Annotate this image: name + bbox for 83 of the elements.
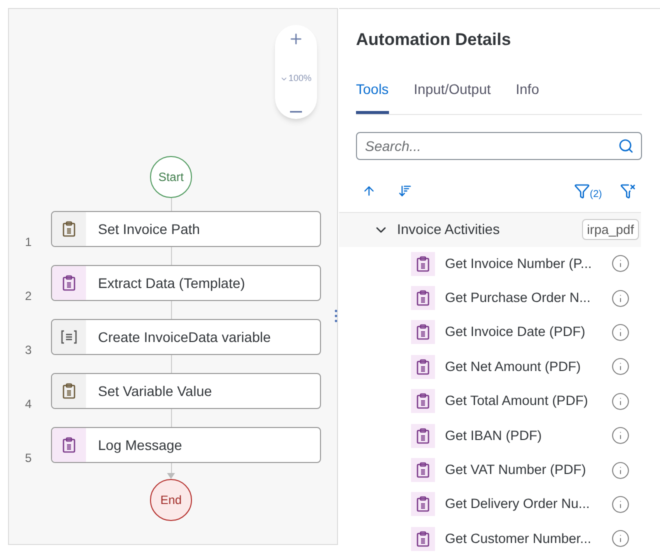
step-number: 4 [24, 396, 33, 413]
start-node: Start [150, 156, 192, 198]
filter-button[interactable]: (2) [574, 182, 602, 198]
clipboard-icon [62, 383, 76, 399]
tab[interactable]: Tools [356, 78, 389, 114]
step-number: 1 [24, 234, 33, 251]
info-icon[interactable] [611, 426, 630, 446]
step-card[interactable]: Set Invoice Path [51, 211, 321, 247]
clipboard-icon [416, 428, 430, 444]
info-icon[interactable] [611, 357, 630, 376]
step-label: Log Message [98, 436, 182, 455]
activity-label: Get Invoice Date (PDF) [445, 323, 586, 342]
clipboard-icon [62, 437, 76, 453]
sort-descending-button[interactable] [398, 184, 412, 198]
activity-label: Get Delivery Order Nu... [445, 495, 591, 514]
clear-filter-icon [620, 182, 636, 198]
group-label: Invoice Activities [397, 220, 500, 239]
clipboard-icon [416, 290, 430, 306]
clear-filter-button[interactable] [620, 182, 636, 198]
search-field[interactable]: Search... [356, 132, 642, 160]
activity-item[interactable]: Get Delivery Order Nu... [339, 487, 659, 522]
activity-item[interactable]: Get Invoice Date (PDF) [339, 315, 659, 350]
activity-label: Get Purchase Order N... [445, 288, 592, 307]
clipboard-icon [62, 221, 76, 237]
info-icon[interactable] [611, 392, 630, 411]
activity-label: Get Customer Number... [445, 530, 592, 548]
plus-icon [288, 31, 304, 47]
step-number: 2 [24, 288, 33, 305]
resize-handle-icon[interactable] [334, 308, 338, 324]
sort-ascending-icon [362, 184, 376, 198]
activity-item[interactable]: Get IBAN (PDF) [339, 418, 659, 453]
filter-count: (2) [590, 188, 602, 202]
activity-item[interactable]: Get Purchase Order N... [339, 280, 659, 316]
caret-icon [280, 75, 288, 83]
activity-item[interactable]: Get VAT Number (PDF) [339, 452, 659, 488]
info-icon[interactable] [611, 529, 630, 548]
arrow-head-icon [167, 473, 175, 479]
activity-item[interactable]: Get Net Amount (PDF) [339, 350, 659, 384]
activity-label: Get VAT Number (PDF) [445, 460, 588, 479]
group-tag: irpa_pdf [582, 218, 639, 240]
activity-label: Get Invoice Number (P... [445, 254, 593, 273]
step-label: Set Invoice Path [98, 220, 200, 238]
activity-label: Get IBAN (PDF) [445, 426, 543, 445]
clipboard-icon [416, 324, 430, 340]
clipboard-icon [416, 462, 430, 478]
activity-item[interactable]: Get Total Amount (PDF) [339, 384, 659, 418]
info-icon[interactable] [611, 288, 630, 308]
step-label: Create InvoiceData variable [98, 328, 271, 346]
info-icon[interactable] [611, 494, 630, 514]
sort-descending-icon [398, 184, 412, 198]
minus-icon [290, 111, 302, 113]
clipboard-icon [62, 275, 76, 291]
group-header[interactable]: Invoice Activities irpa_pdf [339, 212, 641, 246]
clipboard-icon [416, 358, 430, 375]
activity-item[interactable]: Get Invoice Number (P... [339, 246, 659, 281]
info-icon[interactable] [611, 322, 630, 342]
panel-title: Automation Details [356, 29, 512, 51]
zoom-level: 100% [288, 72, 312, 86]
clipboard-icon [416, 496, 430, 512]
info-icon[interactable] [611, 254, 630, 274]
search-icon [618, 138, 634, 154]
clipboard-icon [416, 256, 430, 272]
activity-label: Get Total Amount (PDF) [445, 392, 590, 410]
info-icon[interactable] [611, 460, 630, 480]
step-number: 3 [24, 342, 33, 359]
filter-icon [574, 182, 590, 198]
step-card[interactable]: Log Message [51, 427, 321, 463]
activity-item[interactable]: Get Customer Number... [339, 522, 659, 553]
step-card[interactable]: Extract Data (Template) [51, 265, 321, 301]
step-card[interactable]: Set Variable Value [51, 373, 321, 409]
tab[interactable]: Info [516, 78, 540, 114]
clipboard-icon [416, 530, 430, 547]
step-label: Set Variable Value [98, 382, 212, 400]
variable-icon [61, 330, 77, 344]
tab[interactable]: Input/Output [414, 78, 491, 114]
zoom-in-button[interactable] [288, 31, 304, 47]
step-label: Extract Data (Template) [98, 274, 246, 293]
step-card[interactable]: Create InvoiceData variable [51, 319, 321, 355]
activity-label: Get Net Amount (PDF) [445, 358, 582, 376]
clipboard-icon [416, 393, 430, 410]
end-node: End [150, 479, 192, 521]
step-number: 5 [24, 450, 33, 467]
sort-ascending-button[interactable] [362, 184, 376, 198]
